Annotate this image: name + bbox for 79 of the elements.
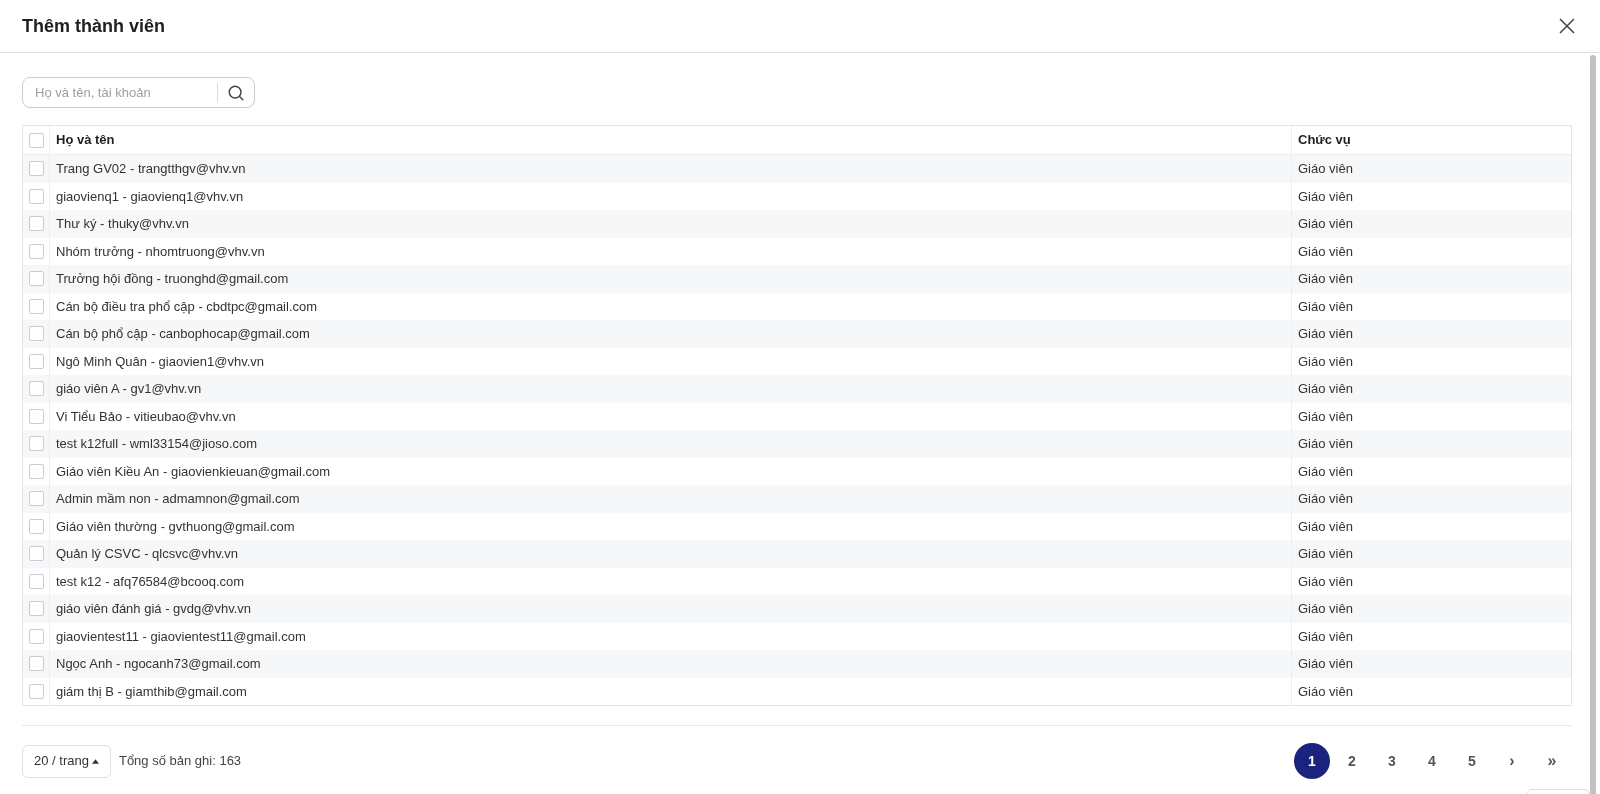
role-cell-text: Giáo viên [1298,270,1353,288]
role-cell-text: Giáo viên [1298,380,1353,398]
column-header: Họ và tên [56,131,115,150]
page-button[interactable]: 3 [1374,743,1410,779]
scrollbar[interactable] [1590,55,1596,794]
row-checkbox[interactable] [28,518,44,534]
row-checkbox[interactable] [28,491,44,507]
row-checkbox[interactable] [28,381,44,397]
member-cell-text: Admin mầm non - admamnon@gmail.com [56,490,300,508]
row-checkbox[interactable] [28,298,44,314]
dialog-title: Thêm thành viên [22,14,165,38]
page-size-select[interactable]: 20 / trang [22,744,111,778]
search-icon[interactable] [227,83,245,102]
role-cell-text: Giáo viên [1298,242,1353,261]
role-cell-text: Giáo viên [1298,435,1353,453]
member-cell-text: Trang GV02 - trangtthgv@vhv.vn [56,160,246,178]
page-button[interactable]: 4 [1414,743,1450,779]
row-checkbox[interactable] [28,463,44,479]
search-field[interactable]: Họ và tên, tài khoản [23,78,217,107]
member-cell-text: Giáo viên thường - gvthuong@gmail.com [56,517,295,536]
role-cell-text: Giáo viên [1298,160,1353,178]
row-checkbox[interactable] [28,243,44,259]
member-cell-text: giáo viên A - gv1@vhv.vn [56,380,202,398]
member-cell-text: Trưởng hội đồng - truonghd@gmail.com [56,270,289,288]
caret-icon [91,758,99,764]
member-cell-text: test k12 - afq76584@bcooq.com [56,572,245,591]
page-button[interactable]: 2 [1334,743,1370,779]
role-cell-text: Giáo viên [1298,545,1353,563]
role-cell-text: Giáo viên [1298,572,1353,591]
row-checkbox[interactable] [28,326,44,342]
row-checkbox[interactable] [28,216,44,232]
total-records: Tổng số bản ghi: 163 [118,752,242,771]
member-cell-text: Quản lý CSVC - qlcsvc@vhv.vn [56,545,238,563]
column-header: Chức vụ [1298,131,1351,150]
role-cell-text: Giáo viên [1298,407,1353,426]
row-checkbox[interactable] [28,656,44,672]
role-cell-text: Giáo viên [1298,517,1353,536]
row-checkbox[interactable] [28,436,44,452]
last-page-button[interactable]: » [1534,743,1570,779]
row-checkbox[interactable] [28,408,44,424]
role-cell-text: Giáo viên [1298,325,1353,343]
row-checkbox[interactable] [28,188,44,204]
row-checkbox[interactable] [28,683,44,699]
role-cell-text: Giáo viên [1298,600,1353,618]
next-page-button[interactable]: › [1494,743,1530,779]
search-box[interactable]: Họ và tên, tài khoản [22,77,255,108]
member-cell-text: Cán bộ phổ cập - canbophocap@gmail.com [56,325,310,343]
member-cell-text: giaovientest11 - giaovientest11@gmail.com [56,627,306,646]
role-cell-text: Giáo viên [1298,297,1353,316]
row-checkbox[interactable] [28,353,44,369]
role-cell-text: Giáo viên [1298,187,1353,206]
role-cell-text: Giáo viên [1298,352,1353,371]
role-cell-text: Giáo viên [1298,655,1353,673]
role-cell-text: Giáo viên [1298,215,1353,233]
page-button[interactable]: 1 [1294,743,1330,779]
member-cell-text: Nhóm trưởng - nhomtruong@vhv.vn [56,242,265,261]
member-cell-text: Giáo viên Kiều An - giaovienkieuan@gmail.com [56,462,331,481]
row-checkbox[interactable] [28,601,44,617]
row-checkbox[interactable] [28,161,44,177]
member-cell-text: Thư ký - thuky@vhv.vn [56,215,189,233]
member-cell-text: Vi Tiểu Bảo - vitieubao@vhv.vn [56,407,236,426]
member-cell-text: Ngọc Anh - ngocanh73@gmail.com [56,655,261,673]
row-checkbox[interactable] [28,573,44,589]
close-icon[interactable] [1558,17,1576,35]
member-cell-text: test k12full - wml33154@jioso.com [56,435,258,453]
member-cell-text: giám thị B - giamthib@gmail.com [56,682,247,701]
row-checkbox[interactable] [28,628,44,644]
member-cell-text: Cán bộ điều tra phổ cập - cbdtpc@gmail.com [56,297,318,316]
member-cell-text: giáo viên đánh giá - gvdg@vhv.vn [56,600,252,618]
row-checkbox[interactable] [28,271,44,287]
page-button[interactable]: 5 [1454,743,1490,779]
role-cell-text: Giáo viên [1298,462,1353,481]
member-cell-text: Ngô Minh Quân - giaovien1@vhv.vn [56,352,265,371]
role-cell-text: Giáo viên [1298,682,1353,701]
select-all-checkbox[interactable] [28,132,44,148]
role-cell-text: Giáo viên [1298,490,1353,508]
row-checkbox[interactable] [28,546,44,562]
role-cell-text: Giáo viên [1298,627,1353,646]
member-cell-text: giaovienq1 - giaovienq1@vhv.vn [56,187,244,206]
